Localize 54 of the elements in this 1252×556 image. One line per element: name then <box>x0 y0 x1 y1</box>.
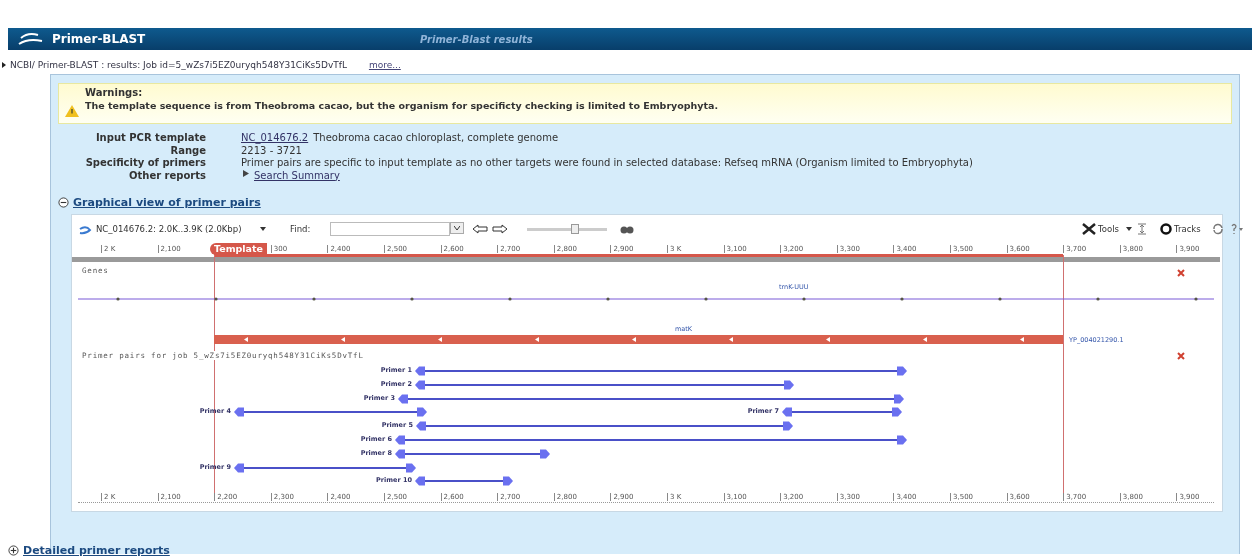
primer-pair-drawing[interactable] <box>415 476 513 487</box>
sequence-menu[interactable]: NC_014676.2: 2.0K..3.9K (2.0Kbp) <box>96 224 242 234</box>
fit-icon[interactable] <box>1137 223 1147 235</box>
info-label: Specificity of primers <box>84 157 206 170</box>
dropdown-button[interactable] <box>450 222 464 234</box>
caret-icon[interactable] <box>260 227 266 231</box>
info-label: Input PCR template <box>94 132 206 145</box>
primer-pair-drawing[interactable] <box>415 366 907 376</box>
arrow-icon <box>243 169 249 177</box>
primer-pair-drawing[interactable] <box>398 393 904 404</box>
info-value: Theobroma cacao chloroplast, complete genome <box>313 132 559 145</box>
warning-icon <box>65 105 79 117</box>
primer-pair-drawing[interactable] <box>234 407 427 418</box>
expand-icon[interactable] <box>8 545 19 556</box>
bullet-icon <box>2 62 6 68</box>
primer-pair-drawing[interactable] <box>416 421 793 432</box>
caret-icon[interactable] <box>1126 227 1132 231</box>
find-field[interactable] <box>330 222 450 236</box>
refresh-icon[interactable] <box>1212 223 1224 235</box>
primer-pair-drawing[interactable] <box>395 435 907 445</box>
info-label: Range <box>169 144 206 157</box>
page-subtitle: Primer-Blast results <box>420 33 533 45</box>
app-title: Primer-BLAST <box>52 32 147 46</box>
section-link[interactable]: Detailed primer reports <box>23 544 170 556</box>
logo-icon <box>18 32 44 46</box>
caret-icon <box>454 226 460 230</box>
binoculars-icon[interactable] <box>620 224 634 234</box>
section-link[interactable]: Graphical view of primer pairs <box>73 196 261 209</box>
info-value: 2213 - 3721 <box>241 144 302 157</box>
primer-pair-drawing[interactable] <box>415 379 794 390</box>
close-icon[interactable] <box>1177 269 1185 277</box>
primer-pair-drawing[interactable] <box>395 448 550 459</box>
warning-text: The template sequence is from Theobroma cacao, but the organism for specificty checking is limited to Embryophyta. <box>85 100 719 111</box>
collapse-icon[interactable] <box>58 197 69 208</box>
left-arrow-icon[interactable] <box>472 224 488 234</box>
template-link[interactable]: Search Summary <box>254 169 340 182</box>
tools-menu[interactable]: Tools <box>1098 224 1119 234</box>
help-icon[interactable] <box>1230 223 1244 235</box>
info-value: Primer pairs are specific to input template as no other targets were found in selected database: Refseq mRNA (Organism limited to Embryophyta) <box>241 157 973 170</box>
template-badge: Template <box>210 243 267 255</box>
find-label: Find: <box>290 224 311 234</box>
primer-pair-drawing[interactable] <box>782 407 902 418</box>
breadcrumb: NCBI/ Primer-BLAST : results: Job id=5_wZs7i5EZ0uryqh548Y31CiKs5DvTfL <box>10 60 347 70</box>
info-label: Other reports <box>128 169 206 182</box>
tools-icon[interactable] <box>1082 223 1096 235</box>
primer-pair-drawing[interactable] <box>234 462 416 473</box>
back-icon[interactable] <box>78 225 92 235</box>
template-link[interactable]: NC_014676.2 <box>241 132 309 145</box>
tracks-menu[interactable]: Tracks <box>1174 224 1201 234</box>
warning-title: Warnings: <box>85 87 144 98</box>
close-icon[interactable] <box>1177 352 1185 360</box>
circle-icon[interactable] <box>1160 223 1172 235</box>
right-arrow-icon[interactable] <box>492 224 508 234</box>
more-link[interactable]: more... <box>368 60 401 70</box>
